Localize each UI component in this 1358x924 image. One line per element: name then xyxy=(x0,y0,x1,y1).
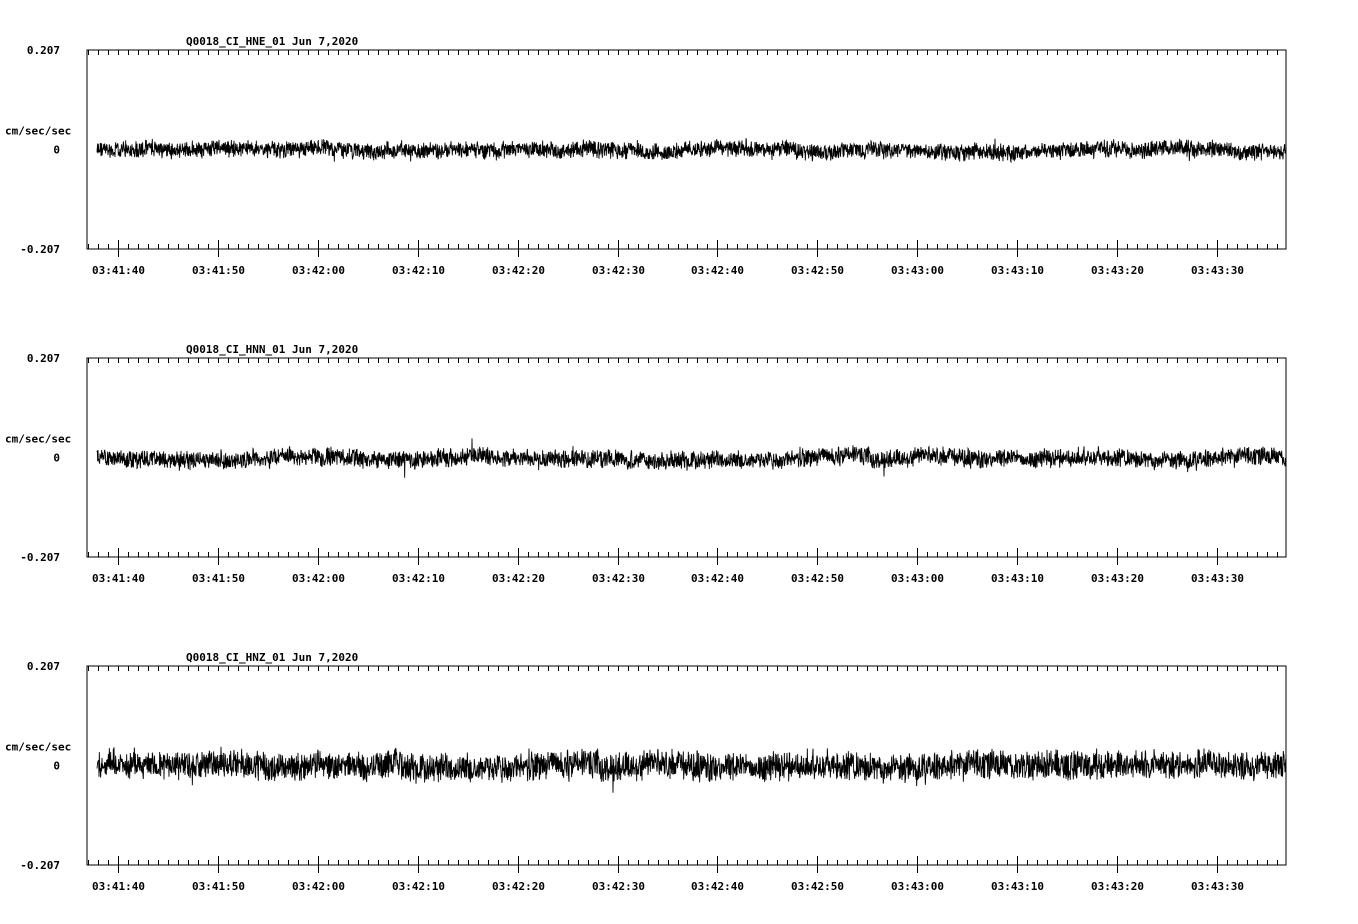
y-axis-label: cm/sec/sec xyxy=(5,433,71,446)
y-axis-label: cm/sec/sec xyxy=(5,125,71,138)
waveform-trace xyxy=(96,438,1287,478)
seismogram-panel: 03:41:40 03:41:50 03:42:00 03:42:10 03:42:20… xyxy=(5,651,1287,893)
x-tick-label: 03:42:10 xyxy=(392,264,445,277)
x-tick-label: 03:42:40 xyxy=(691,880,744,893)
seismogram-figure: 03:41:40 03:41:50 03:42:00 03:42:10 03:42:20… xyxy=(5,35,1287,893)
x-tick-label: 03:43:20 xyxy=(1091,264,1144,277)
seismogram-panel: 03:41:40 03:41:50 03:42:00 03:42:10 03:42:20… xyxy=(5,343,1287,585)
waveform-trace xyxy=(96,746,1287,793)
seismogram-panel: 03:41:40 03:41:50 03:42:00 03:42:10 03:42:20… xyxy=(5,35,1287,277)
x-tick-label: 03:43:10 xyxy=(991,572,1044,585)
x-tick-label: 03:42:40 xyxy=(691,572,744,585)
x-tick-label: 03:42:30 xyxy=(592,880,645,893)
y-tick-label: 0 xyxy=(53,144,60,157)
x-tick-label: 03:42:50 xyxy=(791,880,844,893)
x-tick-label: 03:43:30 xyxy=(1191,264,1244,277)
x-tick-label: 03:42:00 xyxy=(292,264,345,277)
y-tick-label: 0 xyxy=(53,760,60,773)
x-tick-label: 03:43:20 xyxy=(1091,880,1144,893)
chart-title: Q0018_CI_HNZ_01 Jun 7,2020 xyxy=(186,651,358,664)
x-tick-label: 03:43:00 xyxy=(891,572,944,585)
x-tick-label: 03:42:50 xyxy=(791,572,844,585)
x-tick-label: 03:42:40 xyxy=(691,264,744,277)
y-tick-label: 0.207 xyxy=(27,44,60,57)
x-tick-label: 03:42:10 xyxy=(392,880,445,893)
chart-title: Q0018_CI_HNE_01 Jun 7,2020 xyxy=(186,35,358,48)
x-tick-label: 03:42:00 xyxy=(292,880,345,893)
x-tick-label: 03:42:30 xyxy=(592,264,645,277)
x-tick-label: 03:41:40 xyxy=(92,572,145,585)
x-tick-label: 03:42:30 xyxy=(592,572,645,585)
x-tick-label: 03:43:30 xyxy=(1191,572,1244,585)
y-tick-label: -0.207 xyxy=(20,551,60,564)
y-tick-label: 0.207 xyxy=(27,660,60,673)
x-tick-label: 03:41:50 xyxy=(192,880,245,893)
x-tick-label: 03:41:50 xyxy=(192,264,245,277)
x-tick-label: 03:43:10 xyxy=(991,880,1044,893)
chart-title: Q0018_CI_HNN_01 Jun 7,2020 xyxy=(186,343,358,356)
x-tick-label: 03:41:40 xyxy=(92,264,145,277)
x-tick-label: 03:41:40 xyxy=(92,880,145,893)
y-tick-label: 0.207 xyxy=(27,352,60,365)
x-tick-label: 03:43:00 xyxy=(891,264,944,277)
x-tick-label: 03:42:00 xyxy=(292,572,345,585)
x-tick-label: 03:42:50 xyxy=(791,264,844,277)
x-tick-label: 03:43:10 xyxy=(991,264,1044,277)
waveform-trace xyxy=(96,138,1287,164)
x-tick-label: 03:42:20 xyxy=(492,880,545,893)
x-tick-label: 03:43:20 xyxy=(1091,572,1144,585)
x-tick-label: 03:42:20 xyxy=(492,572,545,585)
x-tick-label: 03:43:00 xyxy=(891,880,944,893)
y-tick-label: 0 xyxy=(53,452,60,465)
y-axis-label: cm/sec/sec xyxy=(5,741,71,754)
y-tick-label: -0.207 xyxy=(20,859,60,872)
x-tick-label: 03:41:50 xyxy=(192,572,245,585)
x-tick-label: 03:42:20 xyxy=(492,264,545,277)
x-tick-label: 03:43:30 xyxy=(1191,880,1244,893)
x-tick-label: 03:42:10 xyxy=(392,572,445,585)
y-tick-label: -0.207 xyxy=(20,243,60,256)
